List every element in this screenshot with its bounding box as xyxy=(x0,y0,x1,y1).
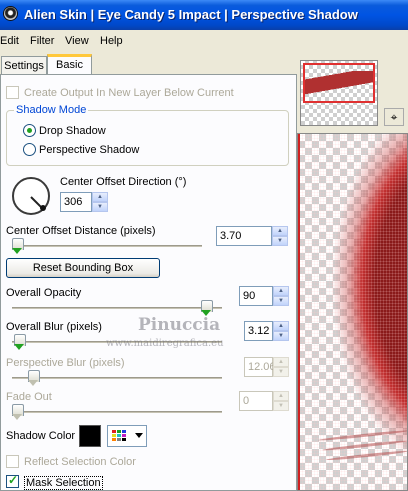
tab-settings[interactable]: Settings xyxy=(1,56,47,76)
menu-edit[interactable]: Edit xyxy=(0,35,19,47)
shadow-color-swatch[interactable] xyxy=(79,425,101,447)
overall-blur-slider[interactable] xyxy=(14,334,26,350)
direction-spinner[interactable]: ▲ ▼ xyxy=(92,192,108,212)
drop-shadow-radio[interactable] xyxy=(23,124,36,137)
title-bar: Alien Skin | Eye Candy 5 Impact | Perspe… xyxy=(0,0,408,30)
preview-navigator-thumbnail[interactable] xyxy=(300,60,378,126)
color-grid-icon xyxy=(112,430,126,442)
thumbnail-viewport-frame xyxy=(303,63,375,103)
spin-up-icon[interactable]: ▲ xyxy=(273,286,289,296)
checkmark-icon: ✓ xyxy=(8,473,19,487)
perspective-blur-spinner[interactable]: ▲ ▼ xyxy=(273,357,289,377)
center-offset-distance-input[interactable]: 3.70 xyxy=(216,226,272,246)
mask-selection-checkbox[interactable]: ✓ xyxy=(6,473,19,488)
app-icon[interactable] xyxy=(3,6,18,21)
tab-basic[interactable]: Basic xyxy=(47,54,92,76)
menu-view[interactable]: View xyxy=(65,35,89,47)
reflect-selection-checkbox[interactable] xyxy=(6,455,19,468)
spin-up-icon[interactable]: ▲ xyxy=(273,321,289,331)
perspective-blur-slider[interactable] xyxy=(28,370,40,386)
spin-down-icon[interactable]: ▼ xyxy=(273,401,289,411)
opacity-spinner[interactable]: ▲ ▼ xyxy=(273,286,289,306)
fade-out-label: Fade Out xyxy=(6,391,52,403)
perspective-blur-track xyxy=(12,377,222,379)
spin-up-icon[interactable]: ▲ xyxy=(273,357,289,367)
spin-up-icon[interactable]: ▲ xyxy=(92,192,108,202)
direction-dial[interactable] xyxy=(12,177,50,215)
overall-opacity-track xyxy=(12,307,222,309)
shadow-mode-title: Shadow Mode xyxy=(14,104,89,116)
menu-filter[interactable]: Filter xyxy=(30,35,54,47)
menu-bar: Edit Filter View Help xyxy=(0,30,408,52)
spin-down-icon[interactable]: ▼ xyxy=(272,236,288,246)
distance-spinner[interactable]: ▲ ▼ xyxy=(272,226,288,246)
spin-down-icon[interactable]: ▼ xyxy=(273,331,289,341)
fade-out-spinner[interactable]: ▲ ▼ xyxy=(273,391,289,411)
center-offset-distance-slider[interactable] xyxy=(12,238,24,254)
overall-opacity-slider[interactable] xyxy=(201,300,213,316)
perspective-shadow-radio[interactable] xyxy=(23,143,36,156)
create-output-label: Create Output In New Layer Below Current xyxy=(24,87,234,99)
fade-out-input[interactable]: 0 xyxy=(239,391,273,411)
preview-pane[interactable] xyxy=(297,133,408,491)
create-output-checkbox[interactable] xyxy=(6,86,19,99)
reflect-selection-label: Reflect Selection Color xyxy=(24,456,136,468)
center-offset-distance-track xyxy=(12,245,202,247)
dial-knob xyxy=(40,205,46,211)
shadow-mode-group xyxy=(6,110,289,166)
perspective-blur-input[interactable]: 12.06 xyxy=(244,357,276,377)
color-picker-dropdown[interactable] xyxy=(107,425,147,447)
radio-selected-dot xyxy=(27,128,32,133)
chevron-down-icon xyxy=(135,433,143,438)
reset-bounding-box-button[interactable]: Reset Bounding Box xyxy=(6,258,160,278)
perspective-shadow-label: Perspective Shadow xyxy=(39,144,140,156)
spin-down-icon[interactable]: ▼ xyxy=(273,296,289,306)
perspective-blur-label: Perspective Blur (pixels) xyxy=(6,357,125,369)
overall-blur-label: Overall Blur (pixels) xyxy=(6,321,102,333)
overall-blur-input[interactable]: 3.12 xyxy=(244,321,273,341)
overall-opacity-input[interactable]: 90 xyxy=(239,286,273,306)
blur-spinner[interactable]: ▲ ▼ xyxy=(273,321,289,341)
spin-down-icon[interactable]: ▼ xyxy=(92,202,108,212)
hand-tool-icon[interactable]: ⌖ xyxy=(384,108,404,126)
menu-help[interactable]: Help xyxy=(100,35,123,47)
center-offset-direction-input[interactable]: 306 xyxy=(60,192,92,212)
watermark-name: Pinuccia xyxy=(138,315,221,335)
drop-shadow-label: Drop Shadow xyxy=(39,125,106,137)
window-title: Alien Skin | Eye Candy 5 Impact | Perspe… xyxy=(24,7,358,22)
preview-edge-line xyxy=(298,134,300,490)
overall-opacity-label: Overall Opacity xyxy=(6,287,82,299)
spin-up-icon[interactable]: ▲ xyxy=(273,391,289,401)
spin-up-icon[interactable]: ▲ xyxy=(272,226,288,236)
watermark-url: www.maidiregrafica.eu xyxy=(106,338,224,349)
spin-down-icon[interactable]: ▼ xyxy=(273,367,289,377)
mask-selection-label: Mask Selection xyxy=(24,476,103,490)
center-offset-direction-label: Center Offset Direction (°) xyxy=(60,176,187,188)
shadow-color-label: Shadow Color xyxy=(6,430,76,442)
fade-out-slider[interactable] xyxy=(12,404,24,420)
center-offset-distance-label: Center Offset Distance (pixels) xyxy=(6,225,156,237)
fade-out-track xyxy=(12,411,222,413)
